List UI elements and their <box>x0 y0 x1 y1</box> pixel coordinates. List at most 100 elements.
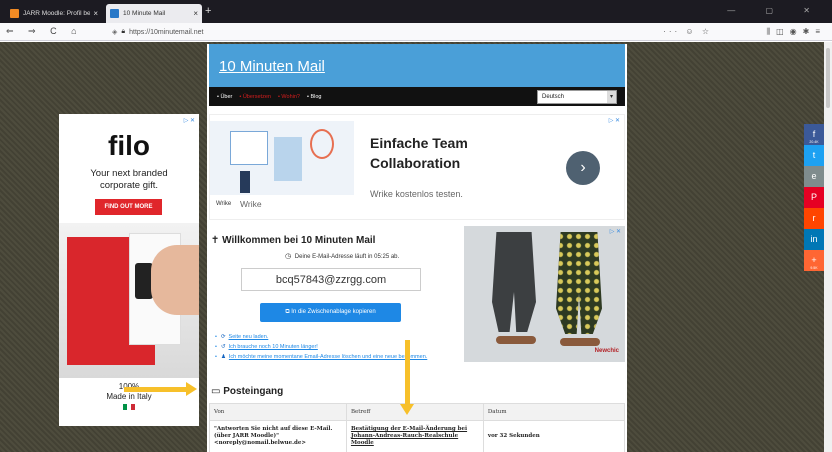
adchoices-icon[interactable]: ▷ ✕ <box>184 117 195 124</box>
email-address-field[interactable]: bcq57843@zzrgg.com <box>241 268 421 291</box>
nav-bar: ⇐ ⇒ C ⌂ ◈ 🔒︎ https://10minutemail.net ··… <box>0 23 832 41</box>
menu-icon[interactable]: ≡ <box>815 27 826 36</box>
filo-photo <box>59 223 199 378</box>
arrow-vertical <box>405 340 410 406</box>
mail-favicon-icon <box>110 9 119 18</box>
social-share-bar: f 20.4K t e Pr in +9.5K <box>804 124 824 271</box>
column-from: Von <box>209 403 347 421</box>
chevron-right-icon[interactable]: › <box>566 151 600 185</box>
inbox-icon: ▭ <box>211 386 221 397</box>
shield-icon[interactable]: ◈ <box>112 28 117 36</box>
wrike-brand-small: Wrike <box>216 201 232 207</box>
linkedin-glyph: in <box>810 234 818 244</box>
reddit-glyph: r <box>812 213 816 223</box>
window-controls[interactable]: — ▢ ✕ <box>727 6 824 15</box>
grey-pants-image <box>492 232 536 332</box>
content-column: 10 Minuten Mail • Über • Übersetzen • Wo… <box>207 44 627 452</box>
language-select[interactable]: Deutsch ▾ <box>537 90 617 104</box>
hand-image <box>151 245 199 315</box>
wrike-headline: Einfache Team Collaboration <box>370 135 468 171</box>
user-icon: ♟ <box>220 354 226 360</box>
facebook-glyph: f <box>812 129 816 139</box>
scrollbar-thumb[interactable] <box>826 48 830 108</box>
filo-logo: filo <box>108 130 150 161</box>
clock-icon: ◷ <box>285 253 292 260</box>
tab-label: 10 Minute Mail <box>123 10 166 17</box>
pinterest-share-icon[interactable]: P <box>804 187 824 208</box>
newchic-ad[interactable]: ▷ ✕ Newchic <box>464 226 625 362</box>
nav-icons[interactable]: ⇐ ⇒ C ⌂ <box>6 26 83 37</box>
adchoices-icon[interactable]: ▷ ✕ <box>609 117 620 124</box>
new-tab-icon[interactable]: + <box>205 6 211 17</box>
extend-link[interactable]: Ich brauche noch 10 Minuten länger! <box>229 342 318 352</box>
welcome-text: Willkommen bei 10 Minuten Mail <box>222 235 376 246</box>
inbox-heading: ▭ Posteingang <box>211 386 283 397</box>
toolbar-icons[interactable]: ⫼◫◉✱≡ <box>766 27 826 37</box>
made-line-2: Made in Italy <box>106 392 152 401</box>
action-links: • ⟳ Seite neu laden. • ↺ Ich brauche noch … <box>215 332 445 362</box>
email-share-icon[interactable]: e <box>804 166 824 187</box>
more-share-icon[interactable]: +9.5K <box>804 250 824 271</box>
wrike-brand: Wrike <box>240 199 262 209</box>
filo-ad[interactable]: ▷ ✕ filo Your next branded corporate gif… <box>59 114 199 426</box>
person-icon: ✝ <box>211 235 220 246</box>
site-title[interactable]: 10 Minuten Mail <box>219 58 325 75</box>
menu-item-where[interactable]: • Wohin? <box>278 94 300 100</box>
list-item: • ↺ Ich brauche noch 10 Minuten länger! <box>215 342 318 352</box>
arrow-vertical-head-icon <box>400 404 414 415</box>
tab-label: JARR Moodle: Profil bearbeiten <box>23 10 91 17</box>
inbox-table: Von Betreff Datum "Antworten Sie nicht a… <box>209 403 626 452</box>
arrow-horizontal <box>124 387 188 392</box>
pinterest-glyph: P <box>810 192 817 202</box>
browser-window: JARR Moodle: Profil bearbeiten × 10 Minu… <box>0 0 832 452</box>
scrollbar[interactable] <box>824 42 832 452</box>
tab-close-icon[interactable]: × <box>93 9 98 18</box>
menu-item-translate[interactable]: • Übersetzen <box>239 94 271 100</box>
tab-strip: JARR Moodle: Profil bearbeiten × 10 Minu… <box>0 0 832 23</box>
linkedin-share-icon[interactable]: in <box>804 229 824 250</box>
adchoices-icon[interactable]: ▷ ✕ <box>610 228 621 235</box>
mail-date[interactable]: vor 32 Sekunden <box>482 420 626 452</box>
menu-item-about[interactable]: • Über <box>217 94 232 100</box>
page-viewport: ▷ ✕ filo Your next branded corporate gif… <box>0 42 832 452</box>
tab-10minutemail[interactable]: 10 Minute Mail × <box>106 4 202 23</box>
italy-flag-icon <box>123 404 135 410</box>
copy-button[interactable]: ⧉ In die Zwischenablage kopieren <box>260 303 401 322</box>
url-text[interactable]: https://10minutemail.net <box>129 29 203 36</box>
twitter-share-icon[interactable]: t <box>804 145 824 166</box>
account-icon[interactable]: ◉ <box>790 27 803 36</box>
page-actions-icon[interactable]: ··· ☺ ☆ <box>663 27 712 36</box>
reddit-share-icon[interactable]: r <box>804 208 824 229</box>
list-item: • ♟ Ich möchte meine momentane Email-Adre… <box>215 352 428 362</box>
email-glyph: e <box>811 171 817 181</box>
mail-subject[interactable]: Bestätigung der E-Mail-Änderung bei Joha… <box>345 420 484 452</box>
library-icon[interactable]: ⫼ <box>766 27 776 36</box>
tab-close-icon[interactable]: × <box>193 9 198 18</box>
wrike-illustration <box>210 121 354 195</box>
wrike-ad[interactable]: ▷ ✕ Einfache Team Collaboration Wrike ko… <box>209 114 625 220</box>
arrow-horizontal-head-icon <box>186 382 197 396</box>
refresh-icon: ⟳ <box>220 334 226 340</box>
menu-item-blog[interactable]: • Blog <box>307 94 321 100</box>
lock-icon[interactable]: 🔒︎ <box>121 28 125 36</box>
sandal-image <box>496 336 536 344</box>
moodle-favicon-icon <box>10 9 19 18</box>
facebook-share-icon[interactable]: f 20.4K <box>804 124 824 145</box>
site-menu: • Über • Übersetzen • Wohin? • Blog Deut… <box>209 87 625 106</box>
mail-from[interactable]: "Antworten Sie nicht auf diese E-Mail. (… <box>209 420 347 452</box>
tab-moodle[interactable]: JARR Moodle: Profil bearbeiten × <box>6 4 102 23</box>
new-address-link[interactable]: Ich möchte meine momentane Email-Adresse… <box>229 352 427 362</box>
column-subject: Betreff <box>345 403 484 421</box>
table-row[interactable]: "Antworten Sie nicht auf diese E-Mail. (… <box>209 420 626 452</box>
expire-text: Deine E-Mail-Adresse läuft in 05:25 ab. <box>294 254 400 260</box>
url-bar[interactable]: ◈ 🔒︎ https://10minutemail.net ··· ☺ ☆ <box>112 25 712 39</box>
share-count: 20.4K <box>809 140 819 144</box>
mail-subject-link[interactable]: Bestätigung der E-Mail-Änderung bei Joha… <box>351 426 467 446</box>
filo-cta-button[interactable]: FIND OUT MORE <box>95 199 162 215</box>
filo-tagline: Your next branded corporate gift. <box>90 168 168 191</box>
sidebar-icon[interactable]: ◫ <box>776 27 790 36</box>
reload-link[interactable]: Seite neu laden. <box>229 332 269 342</box>
green-pants-image <box>556 232 602 334</box>
extension-icon[interactable]: ✱ <box>803 27 816 36</box>
chevron-down-icon[interactable]: ▾ <box>607 91 616 103</box>
